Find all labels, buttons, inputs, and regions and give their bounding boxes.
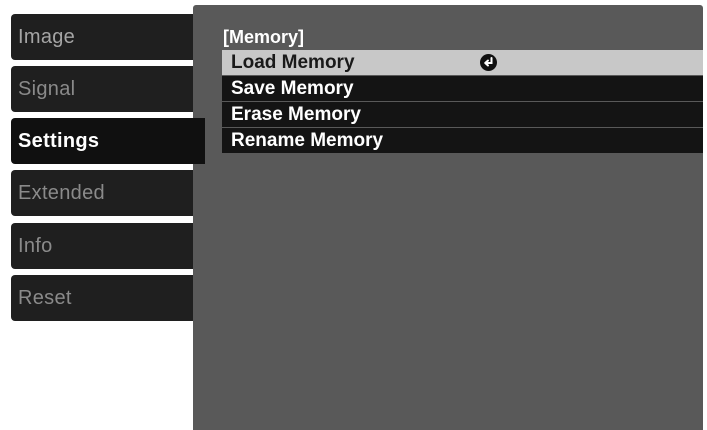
tab-reset-label: Reset [18, 287, 72, 309]
menu-item-label: Rename Memory [231, 130, 384, 151]
tab-info-label: Info [18, 235, 53, 257]
tab-settings-label: Settings [18, 130, 100, 152]
memory-menu: Load Memory Save Memory Erase Memory Ren… [222, 50, 703, 154]
tab-image-label: Image [18, 26, 76, 48]
enter-icon [480, 54, 497, 71]
tab-signal-label: Signal [18, 78, 76, 100]
projector-menu-screen: Image Signal Settings Extended Info Rese… [0, 0, 707, 430]
tab-reset[interactable]: Reset [11, 275, 193, 321]
menu-item-label: Load Memory [231, 52, 355, 73]
menu-item-load-memory[interactable]: Load Memory [222, 50, 703, 75]
memory-panel: [Memory] Load Memory Save Memory Erase M… [193, 5, 703, 430]
tab-extended-label: Extended [18, 182, 105, 204]
menu-item-label: Save Memory [231, 78, 354, 99]
menu-item-erase-memory[interactable]: Erase Memory [222, 102, 703, 127]
menu-item-label: Erase Memory [231, 104, 361, 125]
tab-signal[interactable]: Signal [11, 66, 193, 112]
tab-image[interactable]: Image [11, 14, 193, 60]
tab-settings[interactable]: Settings [11, 118, 205, 164]
tab-info[interactable]: Info [11, 223, 193, 269]
menu-item-save-memory[interactable]: Save Memory [222, 76, 703, 101]
panel-title: [Memory] [223, 27, 305, 47]
menu-item-rename-memory[interactable]: Rename Memory [222, 128, 703, 153]
tab-extended[interactable]: Extended [11, 170, 193, 216]
